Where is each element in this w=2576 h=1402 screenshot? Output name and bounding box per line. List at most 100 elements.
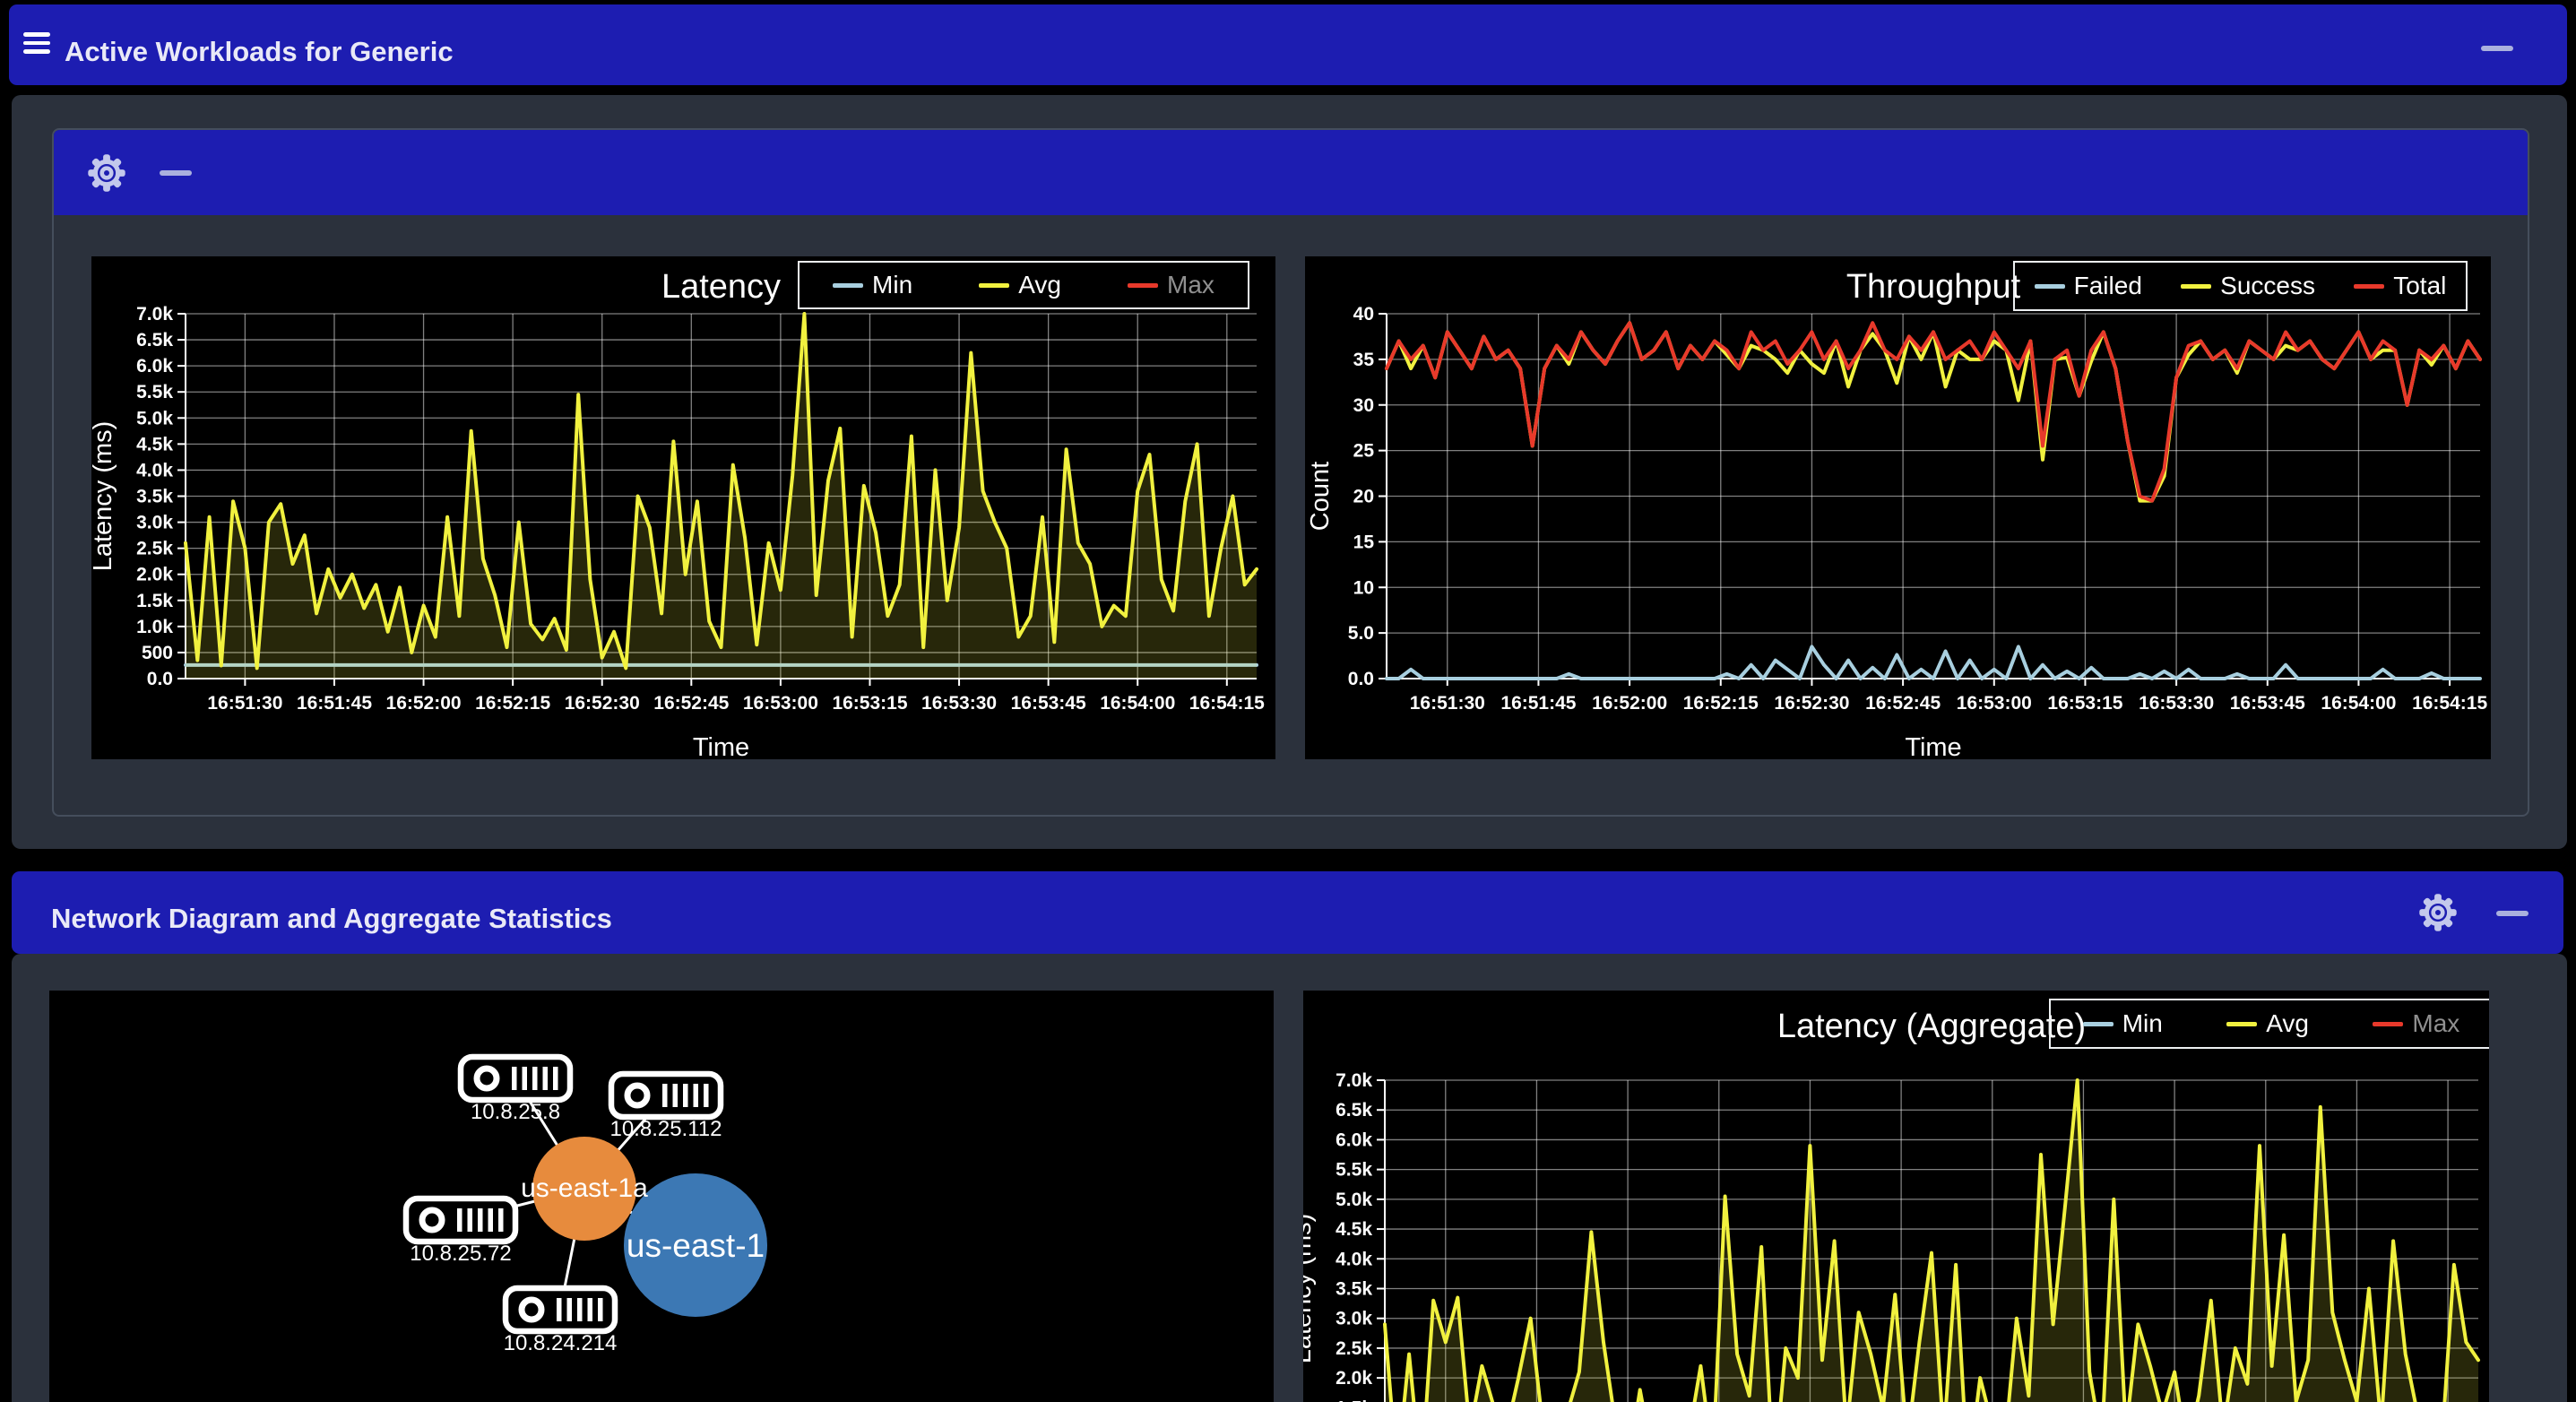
workloads-section-card: 0.0 500 1.0k 1.5k 2.0k 2.5k 3.0k 3.5k 4.0k 4.5k 5.… <box>12 95 2567 849</box>
throughput-chart[interactable]: 0.0 5.0 10 15 20 25 30 35 40 16:51:30 16:51:45 16:5… <box>1305 256 2491 759</box>
legend-item-success[interactable]: Success <box>2181 272 2315 300</box>
legend-label: Max <box>2412 1009 2460 1037</box>
throughput-chart-panel[interactable]: 0.0 5.0 10 15 20 25 30 35 40 16:51:30 16:51:45 16:5… <box>1305 256 2491 759</box>
y-tick-label: 0.0 <box>1348 669 1374 689</box>
latency-chart[interactable]: 0.0 500 1.0k 1.5k 2.0k 2.5k 3.0k 3.5k 4.0k 4.5k 5.… <box>91 256 1275 759</box>
legend-label: Avg <box>2266 1009 2309 1037</box>
settings-gear-icon[interactable] <box>86 152 127 198</box>
y-tick-label: 4.5k <box>136 434 173 454</box>
server-vent <box>512 1067 517 1090</box>
network-settings-gear-icon[interactable] <box>2417 892 2459 938</box>
server-icon[interactable] <box>457 1053 574 1103</box>
y-axis-title: Latency (ms) <box>91 421 117 572</box>
server-icon[interactable] <box>608 1070 724 1121</box>
workloads-panel: 0.0 500 1.0k 1.5k 2.0k 2.5k 3.0k 3.5k 4.0k 4.5k 5.… <box>52 128 2529 817</box>
legend-item-total[interactable]: Total <box>2354 272 2446 300</box>
y-tick-label: 35 <box>1353 350 1375 370</box>
legend-item-avg[interactable]: Avg <box>979 271 1061 299</box>
server-vent <box>553 1067 558 1090</box>
server-vent <box>598 1298 603 1321</box>
x-tick-label: 16:54:15 <box>2412 693 2487 714</box>
legend-item-max[interactable]: Max <box>1128 271 1215 299</box>
y-tick-label: 4.0k <box>1336 1249 1372 1269</box>
chart-title: Latency <box>661 268 781 306</box>
x-tick-label: 16:52:30 <box>565 693 640 714</box>
series-line-failed <box>1385 645 2482 680</box>
y-tick-label: 2.0k <box>136 565 173 585</box>
aggregate-legend: Min Avg Max <box>2049 999 2489 1049</box>
server-vent <box>672 1084 678 1107</box>
minimize-panel-button[interactable] <box>160 170 192 176</box>
server-vent <box>532 1067 538 1090</box>
legend-item-min[interactable]: Min <box>2082 1009 2163 1038</box>
x-tick-label: 16:52:00 <box>1592 693 1667 714</box>
x-tick-label: 16:54:00 <box>1100 693 1175 714</box>
y-tick-label: 3.5k <box>136 487 173 507</box>
latency-chart-panel[interactable]: 0.0 500 1.0k 1.5k 2.0k 2.5k 3.0k 3.5k 4.0k 4.5k 5.… <box>91 256 1275 759</box>
y-tick-label: 2.5k <box>1336 1338 1372 1359</box>
y-tick-label: 1.5k <box>136 591 173 611</box>
latency-legend: Min Avg Max <box>798 261 1249 309</box>
server-vent <box>704 1084 709 1107</box>
y-tick-label: 4.0k <box>136 460 173 480</box>
minimize-top-bar-button[interactable] <box>2481 46 2513 51</box>
legend-label: Success <box>2220 272 2315 299</box>
x-tick-label: 16:52:30 <box>1774 693 1849 714</box>
y-tick-label: 2.0k <box>1336 1368 1372 1389</box>
y-tick-label: 6.5k <box>1336 1100 1372 1121</box>
host-ip-label: 10.8.25.72 <box>410 1242 511 1266</box>
y-tick-label: 7.0k <box>136 304 173 325</box>
legend-item-failed[interactable]: Failed <box>2034 272 2142 300</box>
minimize-network-section-button[interactable] <box>2496 911 2528 916</box>
chart-title: Throughput <box>1846 268 2021 306</box>
aggregate-chart-panel[interactable]: 0.05001.0k1.5k2.0k2.5k3.0k3.5k4.0k4.5k5.… <box>1303 991 2489 1402</box>
legend-swatch-min <box>833 282 864 288</box>
y-tick-label: 6.0k <box>1336 1129 1372 1150</box>
aggregate-latency-chart[interactable]: 0.05001.0k1.5k2.0k2.5k3.0k3.5k4.0k4.5k5.… <box>1303 991 2489 1402</box>
x-tick-label: 16:53:45 <box>2230 693 2305 714</box>
y-tick-label: 20 <box>1353 487 1374 507</box>
y-tick-label: 500 <box>142 643 173 663</box>
y-tick-label: 1.0k <box>136 617 173 637</box>
x-tick-label: 16:51:45 <box>1500 693 1576 714</box>
legend-label: Avg <box>1018 271 1061 299</box>
page-title: Active Workloads for Generic <box>65 36 454 67</box>
throughput-legend: Failed Success Total <box>2013 261 2468 311</box>
x-tick-label: 16:52:00 <box>386 693 462 714</box>
network-section-header: Network Diagram and Aggregate Statistics <box>12 871 2563 954</box>
network-diagram[interactable]: 10.8.25.8 10.8.25.112 10.8.25.72 10.8.24.21… <box>49 991 1274 1402</box>
x-tick-label: 16:51:45 <box>297 693 372 714</box>
dashboard-page: { "top_bar": { "title": "Active Workload… <box>0 0 2576 1402</box>
y-tick-label: 6.0k <box>136 356 173 376</box>
legend-item-avg[interactable]: Avg <box>2226 1009 2309 1038</box>
x-tick-label: 16:53:00 <box>743 693 818 714</box>
y-tick-label: 3.5k <box>1336 1279 1372 1300</box>
x-tick-label: 16:53:30 <box>2139 693 2214 714</box>
server-vent <box>662 1084 668 1107</box>
server-vent <box>457 1208 462 1232</box>
x-tick-label: 16:52:45 <box>653 693 729 714</box>
network-section-card: 10.8.25.8 10.8.25.112 10.8.25.72 10.8.24.21… <box>12 954 2567 1402</box>
server-vent <box>467 1208 472 1232</box>
x-tick-label: 16:53:30 <box>921 693 997 714</box>
server-icon[interactable] <box>402 1195 519 1245</box>
server-icon[interactable] <box>502 1285 618 1335</box>
x-tick-label: 16:53:00 <box>1957 693 2032 714</box>
network-diagram-panel[interactable]: 10.8.25.8 10.8.25.112 10.8.25.72 10.8.24.21… <box>49 991 1274 1402</box>
y-tick-label: 1.5k <box>1336 1398 1372 1402</box>
series-line-total <box>1385 321 2482 503</box>
legend-item-min[interactable]: Min <box>833 271 912 299</box>
y-tick-label: 5.0k <box>136 408 173 428</box>
y-tick-label: 15 <box>1353 532 1375 552</box>
legend-swatch-success <box>2181 283 2212 289</box>
x-tick-label: 16:54:00 <box>2321 693 2396 714</box>
x-tick-label: 16:52:45 <box>1865 693 1941 714</box>
server-vent <box>478 1208 483 1232</box>
legend-item-max[interactable]: Max <box>2373 1009 2459 1038</box>
server-vent <box>587 1298 592 1321</box>
legend-label: Max <box>1167 271 1215 299</box>
y-axis-title: Count <box>1306 462 1335 531</box>
hamburger-menu-icon[interactable] <box>23 28 50 58</box>
y-tick-label: 5.0k <box>1336 1190 1372 1210</box>
x-tick-label: 16:52:15 <box>475 693 550 714</box>
